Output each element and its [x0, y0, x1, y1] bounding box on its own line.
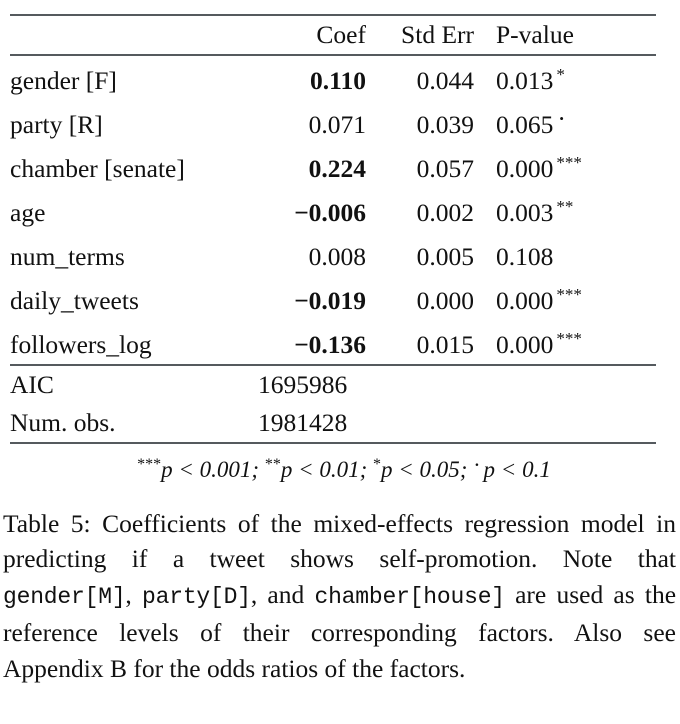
row-std-err: 0.044 — [368, 54, 478, 100]
table-row: gender [F] 0.110 0.044 0.013 * — [10, 54, 656, 100]
row-std-err: 0.015 — [416, 330, 474, 359]
row-p-value: 0.065 · — [478, 100, 656, 144]
table-header: Coef Std Err P-value — [10, 14, 656, 55]
table-row: party [R] 0.071 0.039 0.065 · — [10, 100, 656, 144]
legend-text-2: p < 0.01; — [280, 457, 368, 482]
caption-separator-1: , — [125, 579, 143, 609]
p-value-number: 0.000 — [496, 154, 554, 183]
row-std-err: 0.005 — [416, 242, 474, 271]
legend-dot: · — [473, 452, 481, 477]
p-value-number: 0.013 — [496, 66, 554, 95]
table-fit-statistics: AIC 1695986 Num. obs. 1981428 — [10, 364, 656, 443]
row-p-value: 0.003 ** — [478, 188, 656, 232]
significance-legend: ***p < 0.001; **p < 0.01; *p < 0.05; · p … — [10, 442, 656, 491]
table-row: AIC 1695986 — [10, 364, 656, 404]
table-header-row: Coef Std Err P-value — [10, 14, 656, 55]
row-coef: 0.071 — [308, 110, 366, 139]
p-value-number: 0.065 — [496, 110, 554, 139]
row-std-err: 0.000 — [416, 286, 474, 315]
row-label: party [R] — [10, 110, 103, 139]
row-label: num_terms — [10, 242, 125, 271]
significance-stars: *** — [556, 153, 582, 172]
legend-stars-2: ** — [264, 456, 281, 473]
table-footnote: ***p < 0.001; **p < 0.01; *p < 0.05; · p … — [10, 442, 656, 491]
p-value-number: 0.000 — [496, 330, 554, 359]
row-coef: 0.110 — [254, 54, 368, 100]
row-p-value: 0.000 *** — [478, 144, 656, 188]
row-p-value: 0.000 *** — [478, 276, 656, 320]
regression-table: Coef Std Err P-value gender [F] 0.110 0.… — [10, 14, 656, 491]
footnote-row: ***p < 0.001; **p < 0.01; *p < 0.05; · p … — [10, 442, 656, 491]
legend-stars-1: * — [373, 456, 382, 473]
caption-separator-2: , and — [250, 579, 315, 609]
column-header-coef: Coef — [254, 14, 368, 55]
caption-code-party: party[D] — [142, 583, 251, 610]
fit-value: 1695986 — [254, 364, 656, 404]
row-coef: 0.008 — [308, 242, 366, 271]
row-p-value: 0.013 * — [478, 54, 656, 100]
row-coef: −0.019 — [294, 286, 366, 315]
significance-dot: · — [557, 104, 566, 133]
column-header-p-value: P-value — [478, 14, 656, 55]
table-body: gender [F] 0.110 0.044 0.013 * party [R] … — [10, 54, 656, 365]
row-std-err: 0.002 — [416, 198, 474, 227]
row-label: daily_tweets — [10, 286, 139, 315]
caption-code-gender: gender[M] — [3, 583, 126, 610]
significance-stars: ** — [556, 197, 574, 216]
regression-table-container: Coef Std Err P-value gender [F] 0.110 0.… — [10, 14, 656, 491]
column-header-variable — [10, 14, 254, 55]
p-value-number: 0.003 — [496, 198, 554, 227]
row-label: followers_log — [10, 330, 152, 359]
fit-value: 1981428 — [258, 408, 348, 437]
row-label: age — [10, 198, 46, 227]
legend-text-4: p < 0.1 — [483, 457, 551, 482]
fit-label: AIC — [10, 364, 254, 404]
row-std-err: 0.039 — [416, 110, 474, 139]
row-label: chamber [senate] — [10, 154, 185, 183]
table-row: chamber [senate] 0.224 0.057 0.000 *** — [10, 144, 656, 188]
table-row: age −0.006 0.002 0.003 ** — [10, 188, 656, 232]
table-row: followers_log −0.136 0.015 0.000 *** — [10, 320, 656, 365]
p-value-number: 0.108 — [496, 242, 554, 271]
caption-code-chamber: chamber[house] — [314, 583, 505, 610]
column-header-std-err: Std Err — [368, 14, 478, 55]
significance-stars: * — [556, 65, 565, 84]
legend-text-1: p < 0.001; — [161, 457, 260, 482]
row-coef: −0.136 — [294, 330, 366, 359]
row-coef: −0.006 — [294, 198, 366, 227]
p-value-number: 0.000 — [496, 286, 554, 315]
row-p-value: 0.108 — [478, 232, 656, 276]
legend-stars-3: *** — [137, 456, 162, 473]
row-std-err: 0.057 — [416, 154, 474, 183]
caption-part-1: Coefficients of the mixed-effects regres… — [3, 509, 676, 574]
significance-stars: *** — [556, 329, 582, 348]
table-row: daily_tweets −0.019 0.000 0.000 *** — [10, 276, 656, 320]
row-coef: 0.224 — [308, 154, 366, 183]
legend-text-3: p < 0.05; — [381, 457, 468, 482]
table-row: num_terms 0.008 0.005 0.108 — [10, 232, 656, 276]
significance-stars: *** — [556, 285, 582, 304]
caption-label: Table 5: — [3, 509, 91, 538]
table-caption: Table 5: Coefficients of the mixed-effec… — [3, 506, 676, 686]
row-label: gender [F] — [10, 54, 254, 100]
row-p-value: 0.000 *** — [478, 320, 656, 365]
table-row: Num. obs. 1981428 — [10, 404, 656, 443]
fit-label: Num. obs. — [10, 408, 116, 437]
